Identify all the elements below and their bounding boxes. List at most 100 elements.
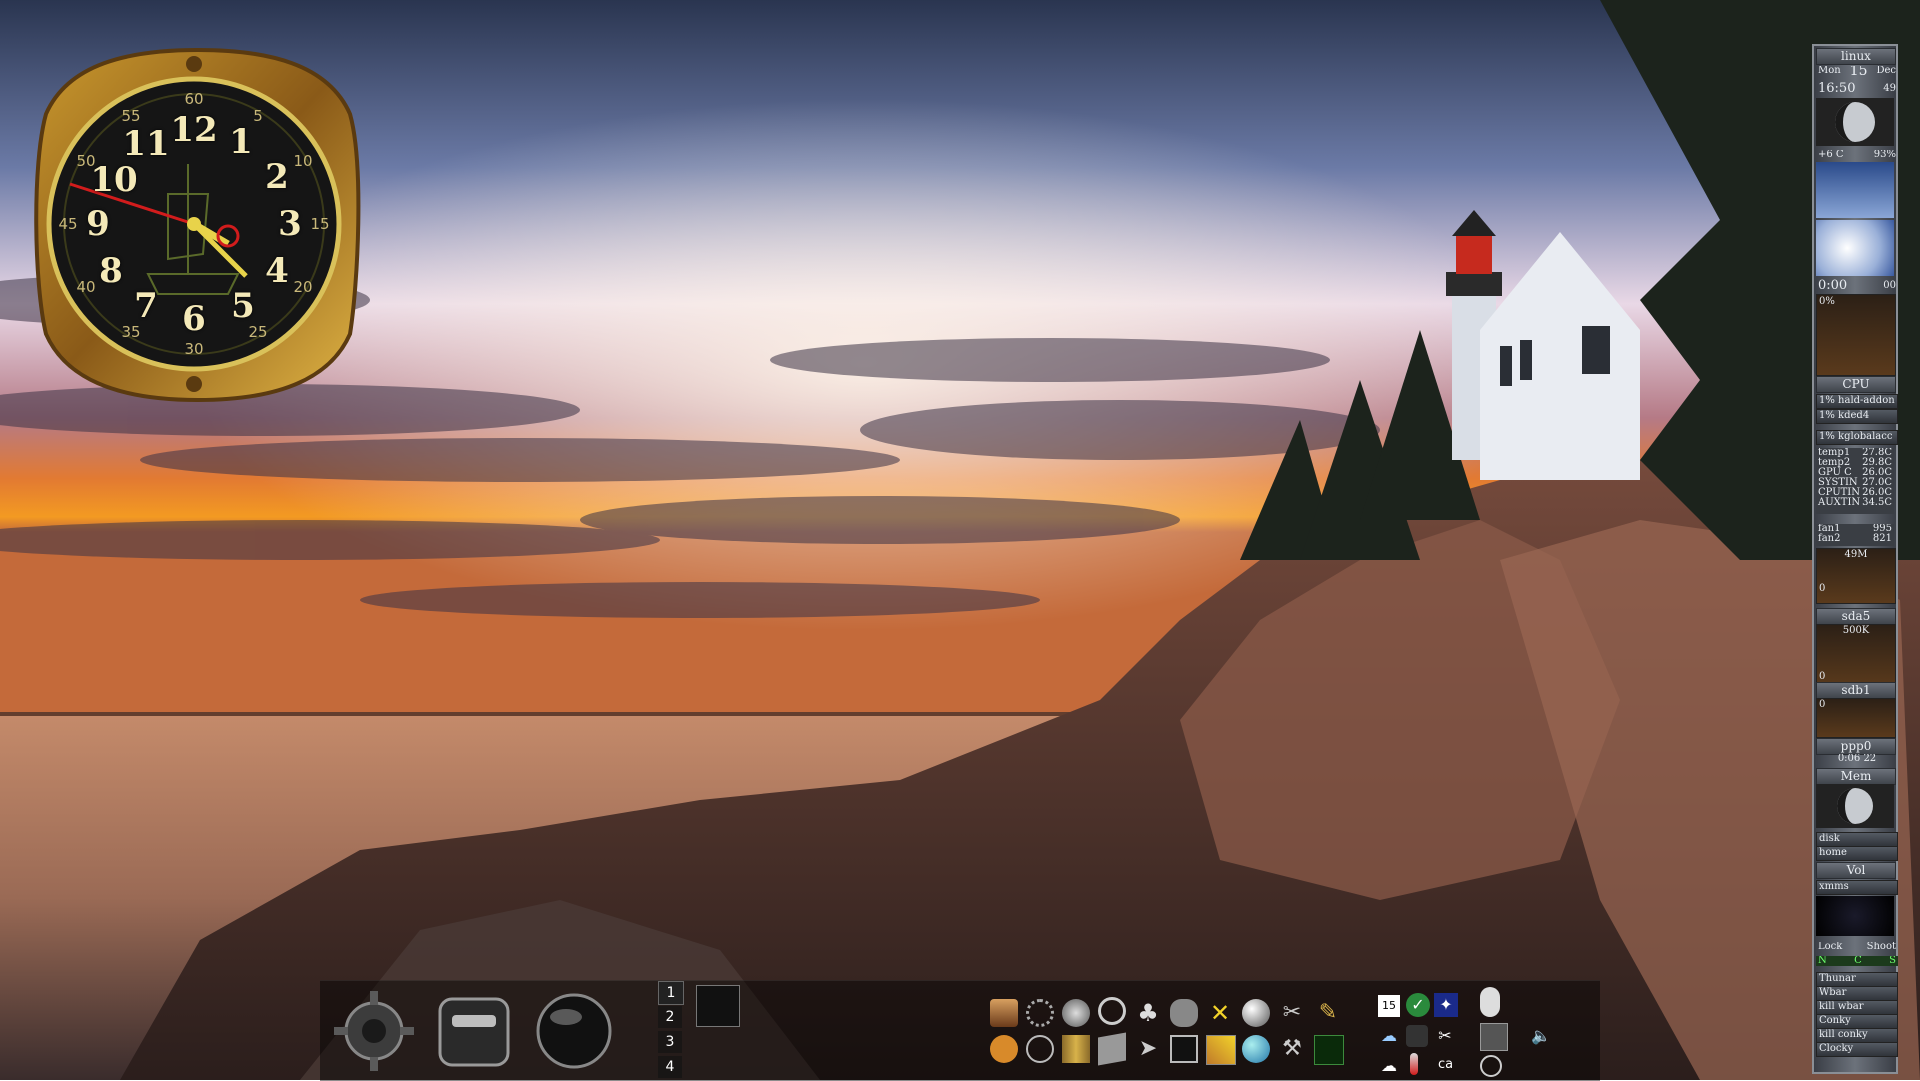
command-kill-wbar[interactable]: kill wbar <box>1816 1000 1898 1015</box>
cpu-title[interactable]: CPU <box>1816 376 1896 393</box>
clock-minute-15: 15 <box>310 215 330 233</box>
xmms-button[interactable]: xmms <box>1816 880 1898 895</box>
hostname-label: linux <box>1816 48 1896 65</box>
shoot-button[interactable]: Shoot <box>1867 942 1896 952</box>
star-icon[interactable]: ✦ <box>1434 993 1458 1017</box>
sphere-icon[interactable] <box>530 985 618 1077</box>
hammer-icon[interactable]: ⚒ <box>1278 1035 1306 1063</box>
disk-sda5-bottom: 0 <box>1819 671 1826 682</box>
teapot-icon[interactable] <box>1170 999 1198 1027</box>
power-icon[interactable] <box>1480 1055 1502 1077</box>
disk-sda5-graph: 500K 0 <box>1816 624 1896 688</box>
memory-graph: 49M 0 <box>1816 548 1896 604</box>
disc-icon[interactable] <box>1062 999 1090 1027</box>
command-wbar[interactable]: Wbar <box>1816 986 1898 1001</box>
disk-sda5-title[interactable]: sda5 <box>1816 608 1896 625</box>
clock-minute-60: 60 <box>184 90 204 108</box>
desktop-1-button[interactable]: 1 <box>658 981 684 1005</box>
globe-icon[interactable] <box>1242 1035 1270 1063</box>
mouse-icon[interactable] <box>1480 987 1500 1017</box>
sun-icon[interactable] <box>1026 999 1054 1027</box>
gear-icon[interactable] <box>330 985 418 1077</box>
time-seconds: 49 <box>1883 83 1896 94</box>
command-kill-conky[interactable]: kill conky <box>1816 1028 1898 1043</box>
network-icon[interactable]: ☁ <box>1378 1025 1400 1047</box>
clock-hour-9: 9 <box>86 204 110 244</box>
disk-sdb1-title[interactable]: sdb1 <box>1816 682 1896 699</box>
image-icon[interactable] <box>1206 1035 1236 1065</box>
pen-icon[interactable]: ✎ <box>1314 999 1342 1027</box>
antenna-icon[interactable] <box>1026 1035 1054 1063</box>
clock-hour-7: 7 <box>134 286 158 326</box>
desktop-3-button[interactable]: 3 <box>658 1031 682 1053</box>
weather-row: +6 C 93% <box>1816 150 1898 160</box>
spiral-icon[interactable] <box>1098 997 1126 1025</box>
system-monitor-panel[interactable]: linux Mon 15 Dec 16:50 49 +6 C 93% 0:00 … <box>1812 44 1898 1074</box>
uptime-seconds: 00 <box>1883 280 1896 291</box>
weather-map-icon[interactable] <box>1816 220 1894 276</box>
fish-icon[interactable] <box>990 1035 1018 1063</box>
clock-hour-12: 12 <box>170 110 218 150</box>
date-weekday: Mon <box>1818 66 1841 76</box>
monitor-icon[interactable] <box>1170 1035 1198 1063</box>
keyboard-layout-label[interactable]: ca <box>1438 1057 1453 1072</box>
fans-block: fan1 995 fan2 821 <box>1816 524 1894 546</box>
clover-icon[interactable]: ♣ <box>1134 999 1162 1027</box>
weather-temp: +6 C <box>1818 150 1844 160</box>
volume-icon[interactable]: 🔈 <box>1530 1025 1552 1047</box>
clock-hour-4: 4 <box>265 251 289 291</box>
check-icon[interactable]: ✓ <box>1406 993 1430 1017</box>
hard-drive-icon[interactable] <box>430 985 518 1077</box>
chart-monitor-icon[interactable] <box>1314 1035 1344 1065</box>
starfield-display <box>1816 896 1894 936</box>
home-button[interactable]: home <box>1816 846 1898 861</box>
mem-title[interactable]: Mem <box>1816 768 1896 785</box>
clipboard-icon[interactable] <box>1480 1023 1508 1051</box>
time-row: 16:50 49 <box>1816 82 1898 95</box>
thermometer-icon[interactable] <box>1410 1053 1418 1075</box>
disk-button[interactable]: disk <box>1816 832 1898 847</box>
status-led-n: N <box>1818 956 1827 966</box>
status-led-s: S <box>1889 956 1896 966</box>
desert-icon[interactable] <box>990 999 1018 1027</box>
status-leds: N C S <box>1816 956 1898 966</box>
temps-block: temp1 27.8C temp2 29.8C GPU C 26.0C SYSTIN 2… <box>1816 448 1894 514</box>
clock-hour-11: 11 <box>122 124 170 164</box>
desktop-2-button[interactable]: 2 <box>658 1006 682 1028</box>
disk-sdb1-graph: 0 <box>1816 698 1896 738</box>
calendar-icon[interactable]: 15 <box>1378 995 1400 1017</box>
cursor-icon[interactable]: ➤ <box>1134 1035 1162 1063</box>
bottom-dock: 1 2 3 4 ♣ ✕ ✂ ✎ ➤ ⚒ 15 ✓ ✦ ☁ ✂ 🔈 ☁ ca <box>320 980 1600 1081</box>
disk-sdb1-top: 0 <box>1819 699 1826 710</box>
window-thumbnail-icon[interactable] <box>696 985 740 1027</box>
box-icon[interactable] <box>1098 1032 1126 1066</box>
weather-small-icon[interactable]: ☁ <box>1378 1055 1400 1077</box>
volume-title[interactable]: Vol <box>1816 862 1896 879</box>
cup-icon[interactable] <box>1406 1025 1428 1047</box>
analog-clock-widget[interactable]: 12 1 2 3 4 5 6 7 8 9 10 11 60 5 10 15 20… <box>28 44 368 406</box>
lock-button[interactable]: Lock <box>1818 942 1842 952</box>
clock-minute-20: 20 <box>293 278 313 296</box>
desktop-4-button[interactable]: 4 <box>658 1056 682 1078</box>
clock-minute-50: 50 <box>76 152 96 170</box>
ball-icon[interactable] <box>1242 999 1270 1027</box>
clock-minute-25: 25 <box>248 323 268 341</box>
net-ppp0-title[interactable]: ppp0 <box>1816 738 1896 755</box>
moon-phase-2-icon <box>1816 784 1894 828</box>
date-day: 15 <box>1849 66 1868 76</box>
lock-shoot-row: Lock Shoot <box>1816 942 1898 952</box>
process-row-3: 1% kglobalacc <box>1816 430 1898 445</box>
clock-hour-2: 2 <box>265 157 289 197</box>
weather-cloud-icon[interactable] <box>1816 162 1894 218</box>
command-thunar[interactable]: Thunar <box>1816 972 1898 987</box>
command-clocky[interactable]: Clocky <box>1816 1042 1898 1057</box>
disk-sda5-top: 500K <box>1842 625 1870 636</box>
tools-icon[interactable]: ✕ <box>1206 999 1234 1027</box>
bottles-icon[interactable] <box>1062 1035 1090 1063</box>
wrench-icon[interactable]: ✂ <box>1278 999 1306 1027</box>
scissors-icon[interactable]: ✂ <box>1434 1025 1456 1047</box>
command-conky[interactable]: Conky <box>1816 1014 1898 1029</box>
clock-minute-40: 40 <box>76 278 96 296</box>
time-value: 16:50 <box>1818 82 1856 95</box>
clock-minute-45: 45 <box>58 215 78 233</box>
